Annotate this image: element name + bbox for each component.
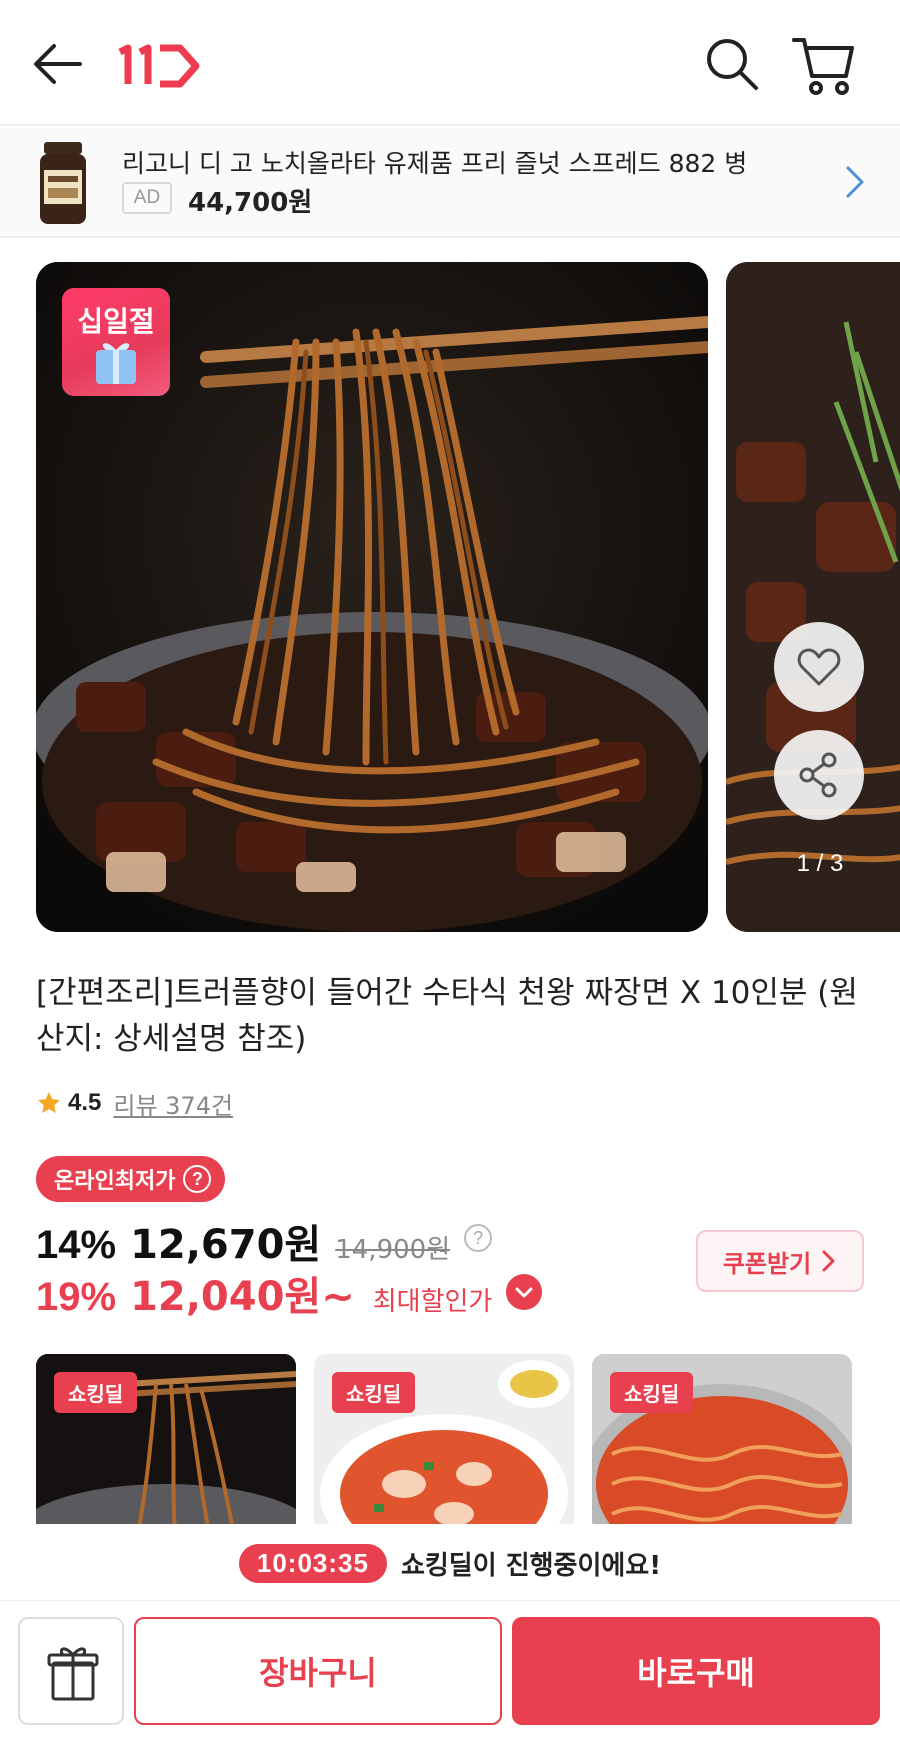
lowest-price-label: 온라인최저가 (54, 1169, 176, 1194)
share-button[interactable] (774, 730, 864, 820)
cart-icon[interactable] (790, 32, 856, 96)
deal-tag: 쇼킹딜 (54, 1372, 138, 1413)
deal-card[interactable]: 쇼킹딜 (314, 1354, 574, 1524)
gift-box-icon (96, 343, 136, 384)
share-icon (799, 752, 837, 798)
product-title: [간편조리]트러플향이 들어간 수타식 천왕 짜장면 X 10인분 (원산지: … (36, 975, 858, 1057)
max-discount-label: 최대할인가 (372, 1287, 493, 1317)
deal-card[interactable]: 쇼킹딜 (36, 1354, 296, 1524)
discount-rate: 14% (36, 1223, 117, 1267)
top-header (0, 0, 900, 126)
ad-badge: AD (122, 182, 172, 214)
max-discount-row: 19% 12,040원~ 최대할인가 (36, 1264, 543, 1320)
gallery-pager: 1 / 3 (796, 850, 844, 877)
heart-icon (797, 648, 841, 686)
ad-title: 리고니 디 고 노치올라타 유제품 프리 즐넛 스프레드 882 병 (122, 149, 748, 178)
deal-tag: 쇼킹딜 (332, 1372, 416, 1413)
chevron-right-icon (822, 1250, 835, 1272)
shocking-deal-timer-bar[interactable]: 10:03:35 쇼킹딜이 진행중이에요! (0, 1528, 900, 1598)
chevron-down-icon[interactable] (506, 1274, 543, 1310)
price-help-icon[interactable]: ? (464, 1224, 493, 1252)
ad-banner[interactable]: 리고니 디 고 노치올라타 유제품 프리 즐넛 스프레드 882 병 AD 44… (0, 128, 900, 238)
coupon-label: 쿠폰받기 (722, 1249, 812, 1278)
wishlist-button[interactable] (774, 622, 864, 712)
product-image-gallery[interactable]: 십일절 1 / 3 (0, 262, 900, 932)
shocking-deal-carousel[interactable]: 쇼킹딜 쇼킹딜 쇼킹딜 (36, 1354, 900, 1524)
max-discount-rate: 19% (36, 1275, 117, 1319)
countdown-timer: 10:03:35 (238, 1543, 387, 1583)
original-price: 14,900원 (335, 1235, 451, 1265)
coupon-button[interactable]: 쿠폰받기 (696, 1230, 864, 1292)
max-discount-price: 12,040원~ (130, 1274, 355, 1320)
review-count-link[interactable]: 리뷰 374건 (113, 1086, 233, 1121)
chevron-right-icon (846, 166, 864, 198)
add-to-cart-button[interactable]: 장바구니 (134, 1617, 502, 1725)
star-icon (38, 1092, 60, 1113)
bottom-action-bar: 장바구니 바로구매 (0, 1600, 900, 1741)
product-image-next[interactable] (726, 262, 900, 932)
help-icon[interactable]: ? (183, 1165, 212, 1193)
logo-11st[interactable] (112, 40, 202, 90)
timer-message: 쇼킹딜이 진행중이에요! (400, 1550, 662, 1581)
ad-price: 44,700원 (188, 188, 313, 218)
gift-button[interactable] (18, 1617, 124, 1725)
gift-icon (47, 1647, 99, 1701)
arrow-left-icon[interactable] (28, 38, 88, 90)
deal-tag: 쇼킹딜 (610, 1372, 694, 1413)
product-jar-thumbnail (40, 142, 86, 224)
buy-now-button[interactable]: 바로구매 (512, 1617, 880, 1725)
jjajang-closeup-image (726, 262, 900, 932)
sale-price: 12,670원 (130, 1222, 322, 1268)
lowest-price-badge[interactable]: 온라인최저가 ? (36, 1156, 226, 1202)
rating-row: 4.5 리뷰 374건 (36, 1086, 233, 1120)
event-badge: 십일절 (62, 288, 170, 396)
rating-value: 4.5 (68, 1089, 102, 1116)
search-icon[interactable] (702, 34, 762, 94)
price-row: 14% 12,670원 14,900원 ? (36, 1212, 493, 1268)
deal-card[interactable]: 쇼킹딜 (592, 1354, 852, 1524)
